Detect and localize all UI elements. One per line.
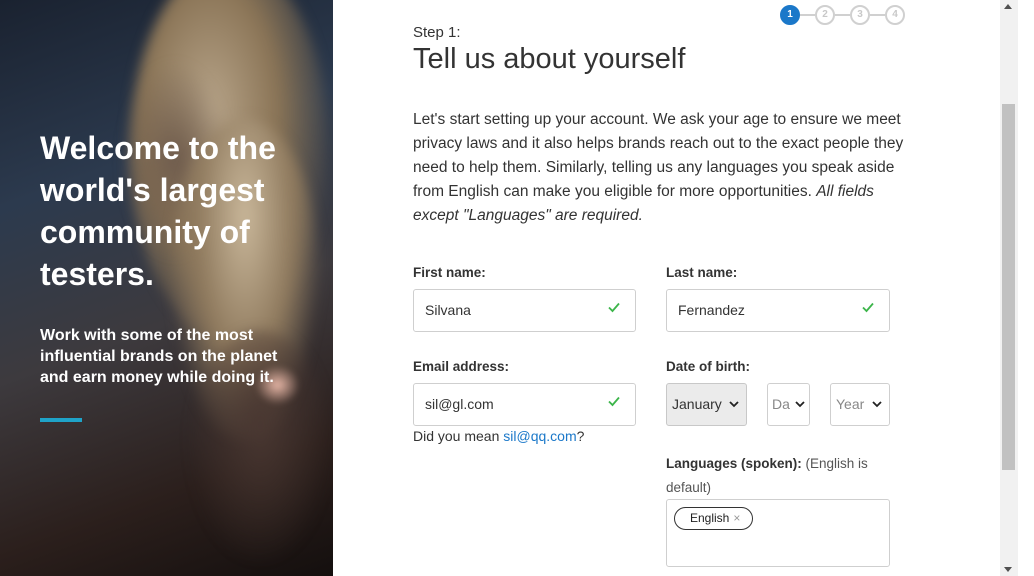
first-name-value: Silvana	[425, 302, 471, 318]
languages-input[interactable]: English ×	[666, 499, 890, 567]
email-field[interactable]: sil@gl.com	[413, 383, 636, 426]
language-chip-label: English	[690, 511, 730, 525]
step-2: 2	[815, 5, 835, 25]
check-icon	[608, 396, 620, 407]
hero-panel: Welcome to the world's largest community…	[0, 0, 333, 576]
last-name-label: Last name:	[666, 265, 738, 280]
dob-month-select[interactable]: January	[666, 383, 747, 426]
step-connector	[835, 14, 850, 16]
step-label: Step 1:	[413, 24, 461, 41]
languages-label-text: Languages (spoken):	[666, 456, 802, 471]
last-name-field[interactable]: Fernandez	[666, 289, 890, 332]
dob-year-select[interactable]: Year	[830, 383, 890, 426]
step-1: 1	[780, 5, 800, 25]
last-name-value: Fernandez	[678, 302, 745, 318]
step-connector	[800, 14, 815, 16]
chevron-down-icon	[729, 401, 739, 408]
scroll-down-arrow-icon[interactable]	[1004, 567, 1012, 572]
dob-day-placeholder: Day	[772, 396, 790, 412]
hero-accent-bar	[40, 418, 82, 422]
step-3: 3	[850, 5, 870, 25]
step-connector	[870, 14, 885, 16]
intro-text: Let's start setting up your account. We …	[413, 108, 908, 228]
language-chip: English ×	[674, 507, 754, 530]
remove-chip-icon[interactable]: ×	[733, 511, 740, 525]
check-icon	[608, 302, 620, 313]
email-value: sil@gl.com	[425, 396, 494, 412]
dob-label: Date of birth:	[666, 359, 750, 374]
email-suggestion-prefix: Did you mean	[413, 428, 504, 444]
email-suggestion: Did you mean sil@qq.com?	[413, 428, 584, 444]
email-suggestion-suffix: ?	[576, 428, 585, 444]
chevron-down-icon	[795, 401, 805, 408]
first-name-label: First name:	[413, 265, 486, 280]
page-title: Tell us about yourself	[413, 43, 686, 75]
page-scrollbar[interactable]	[1000, 0, 1018, 576]
first-name-field[interactable]: Silvana	[413, 289, 636, 332]
step-4: 4	[885, 5, 905, 25]
dob-month-value: January	[672, 396, 722, 412]
languages-label: Languages (spoken): (English is default)	[666, 452, 896, 500]
chevron-down-icon	[872, 401, 882, 408]
scroll-up-arrow-icon[interactable]	[1004, 4, 1012, 9]
check-icon	[862, 302, 874, 313]
dob-year-placeholder: Year	[836, 396, 865, 412]
email-suggestion-link[interactable]: sil@qq.com	[503, 428, 576, 444]
hero-subtitle: Work with some of the most influential b…	[40, 327, 278, 386]
email-label: Email address:	[413, 359, 510, 374]
scroll-thumb[interactable]	[1002, 104, 1015, 470]
dob-day-select[interactable]: Day	[767, 383, 810, 426]
hero-title: Welcome to the world's largest community…	[40, 130, 276, 292]
